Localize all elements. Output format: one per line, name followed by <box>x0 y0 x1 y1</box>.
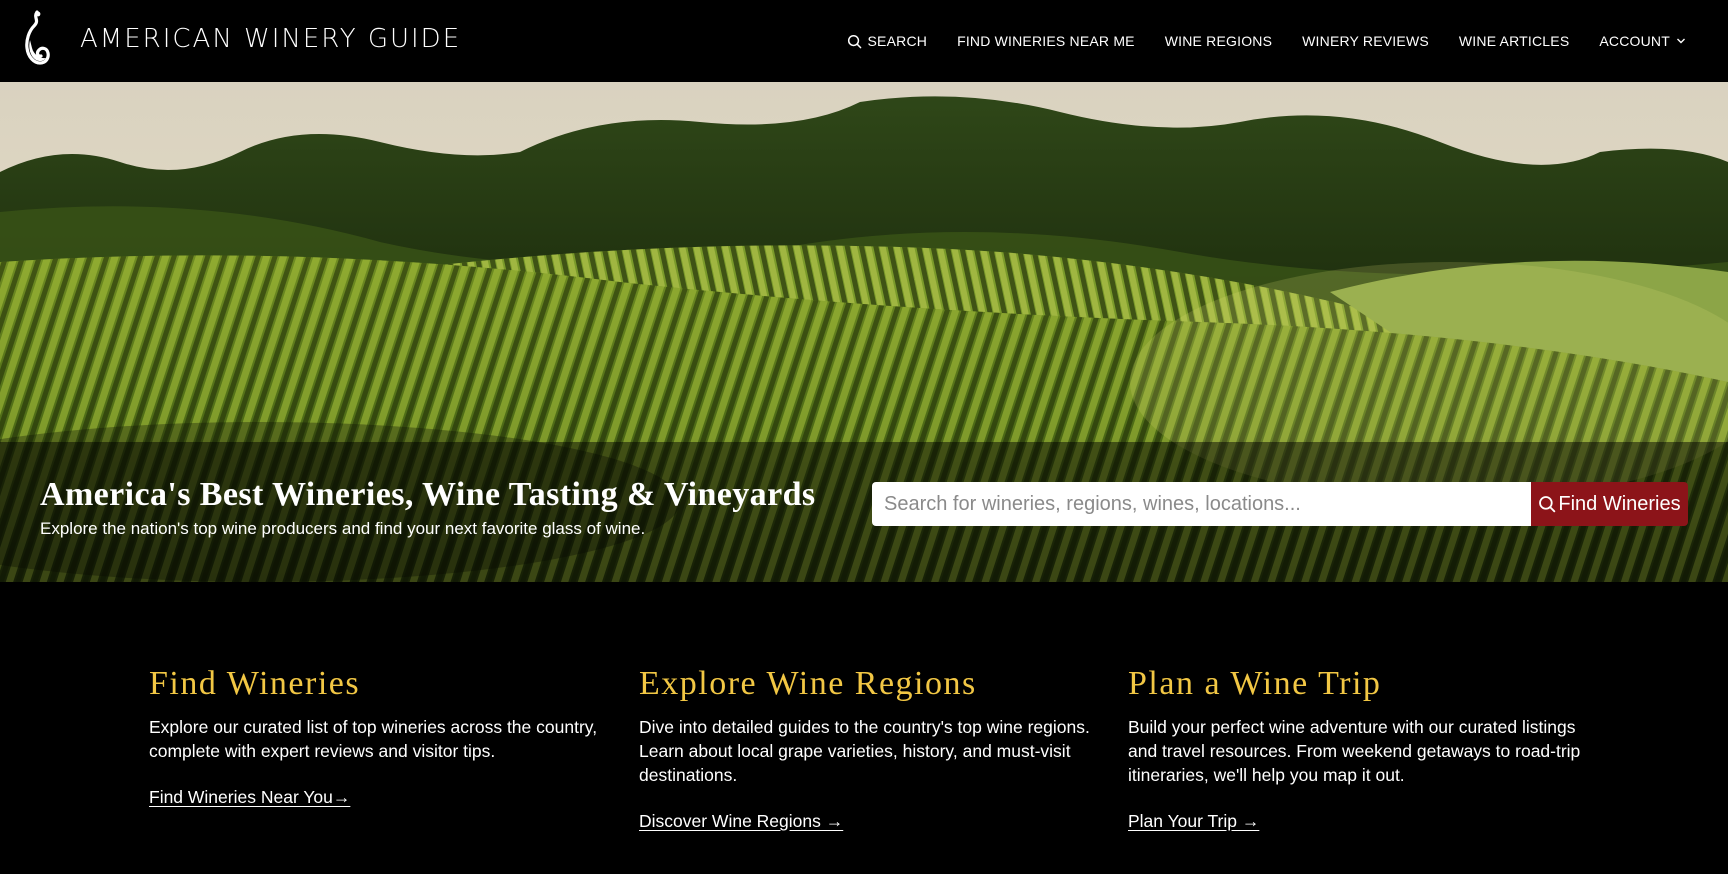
feature-title: Explore Wine Regions <box>639 665 977 702</box>
hero-subtitle: Explore the nation's top wine producers … <box>40 519 646 538</box>
find-wineries-button-label: Find Wineries <box>1558 492 1681 515</box>
plan-your-trip-link[interactable]: Plan Your Trip → <box>1128 811 1259 832</box>
feature-plan-trip: Plan a Wine Trip Build your perfect wine… <box>1128 667 1588 832</box>
discover-wine-regions-link[interactable]: Discover Wine Regions → <box>639 811 843 832</box>
nav-wine-regions[interactable]: WINE REGIONS <box>1165 33 1272 49</box>
nav-account-label: ACCOUNT <box>1599 33 1670 49</box>
feature-title: Plan a Wine Trip <box>1128 665 1382 702</box>
search-input[interactable] <box>872 482 1532 526</box>
search-icon <box>847 34 861 48</box>
find-wineries-button[interactable]: Find Wineries <box>1531 482 1688 526</box>
find-wineries-near-you-link[interactable]: Find Wineries Near You→ <box>149 787 350 808</box>
features-section: Find Wineries Explore our curated list o… <box>0 582 1728 874</box>
feature-title: Find Wineries <box>149 665 361 702</box>
nav-find-near-me[interactable]: FIND WINERIES NEAR ME <box>957 33 1135 49</box>
hero-title: America's Best Wineries, Wine Tasting & … <box>40 476 816 513</box>
brand-name[interactable]: AMERICAN WINERY GUIDE <box>80 24 461 54</box>
feature-description: Dive into detailed guides to the country… <box>639 717 1090 785</box>
top-navigation: AMERICAN WINERY GUIDE SEARCH FIND WINERI… <box>0 0 1728 82</box>
hero-section: America's Best Wineries, Wine Tasting & … <box>0 82 1728 582</box>
feature-description: Build your perfect wine adventure with o… <box>1128 717 1581 785</box>
search-icon <box>1539 496 1556 513</box>
main-nav: SEARCH FIND WINERIES NEAR ME WINE REGION… <box>817 0 1686 82</box>
chevron-down-icon <box>1677 38 1685 44</box>
nav-winery-reviews[interactable]: WINERY REVIEWS <box>1302 33 1429 49</box>
feature-explore-regions: Explore Wine Regions Dive into detailed … <box>639 667 1099 832</box>
nav-account[interactable]: ACCOUNT <box>1599 33 1686 49</box>
feature-find-wineries: Find Wineries Explore our curated list o… <box>149 667 609 808</box>
feature-description: Explore our curated list of top wineries… <box>149 717 598 761</box>
nav-search[interactable]: SEARCH <box>847 33 928 49</box>
wine-glass-swirl-icon[interactable] <box>20 10 52 68</box>
nav-search-label: SEARCH <box>867 33 928 49</box>
nav-wine-articles[interactable]: WINE ARTICLES <box>1459 33 1569 49</box>
